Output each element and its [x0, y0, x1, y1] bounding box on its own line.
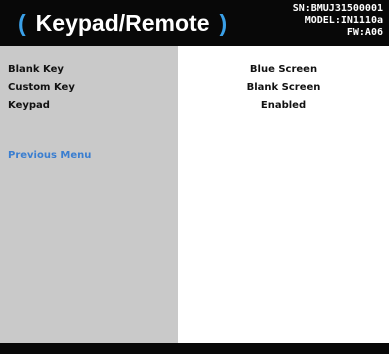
model-number: MODEL:IN1110a — [304, 15, 383, 26]
menu-item-blank-key[interactable]: Blank Key — [8, 62, 64, 78]
firmware-version: FW:A06 — [346, 27, 383, 38]
menu-title: ( Keypad/Remote) — [18, 6, 227, 40]
title-paren-right: ) — [219, 10, 228, 36]
previous-menu-link[interactable]: Previous Menu — [8, 148, 91, 164]
serial-number: SN:BMUJ31500001 — [292, 3, 383, 14]
device-info: SN:BMUJ31500001 MODEL:IN1110a FW:A06 — [293, 3, 383, 39]
osd-menu-window: ( Keypad/Remote) SN:BMUJ31500001 MODEL:IN… — [0, 0, 389, 354]
menu-footer-bar — [0, 343, 389, 354]
title-paren-left: ( — [18, 10, 26, 36]
menu-item-custom-key[interactable]: Custom Key — [8, 80, 75, 96]
keypad-value[interactable]: Enabled — [178, 98, 389, 114]
menu-values-panel: Blue Screen Blank Screen Enabled — [178, 46, 389, 343]
menu-labels-panel: Blank Key Custom Key Keypad Previous Men… — [0, 46, 178, 343]
menu-title-text: Keypad/Remote — [35, 10, 210, 36]
menu-header: ( Keypad/Remote) SN:BMUJ31500001 MODEL:IN… — [0, 0, 389, 46]
menu-item-keypad[interactable]: Keypad — [8, 98, 50, 114]
blank-key-value[interactable]: Blue Screen — [178, 62, 389, 78]
custom-key-value[interactable]: Blank Screen — [178, 80, 389, 96]
